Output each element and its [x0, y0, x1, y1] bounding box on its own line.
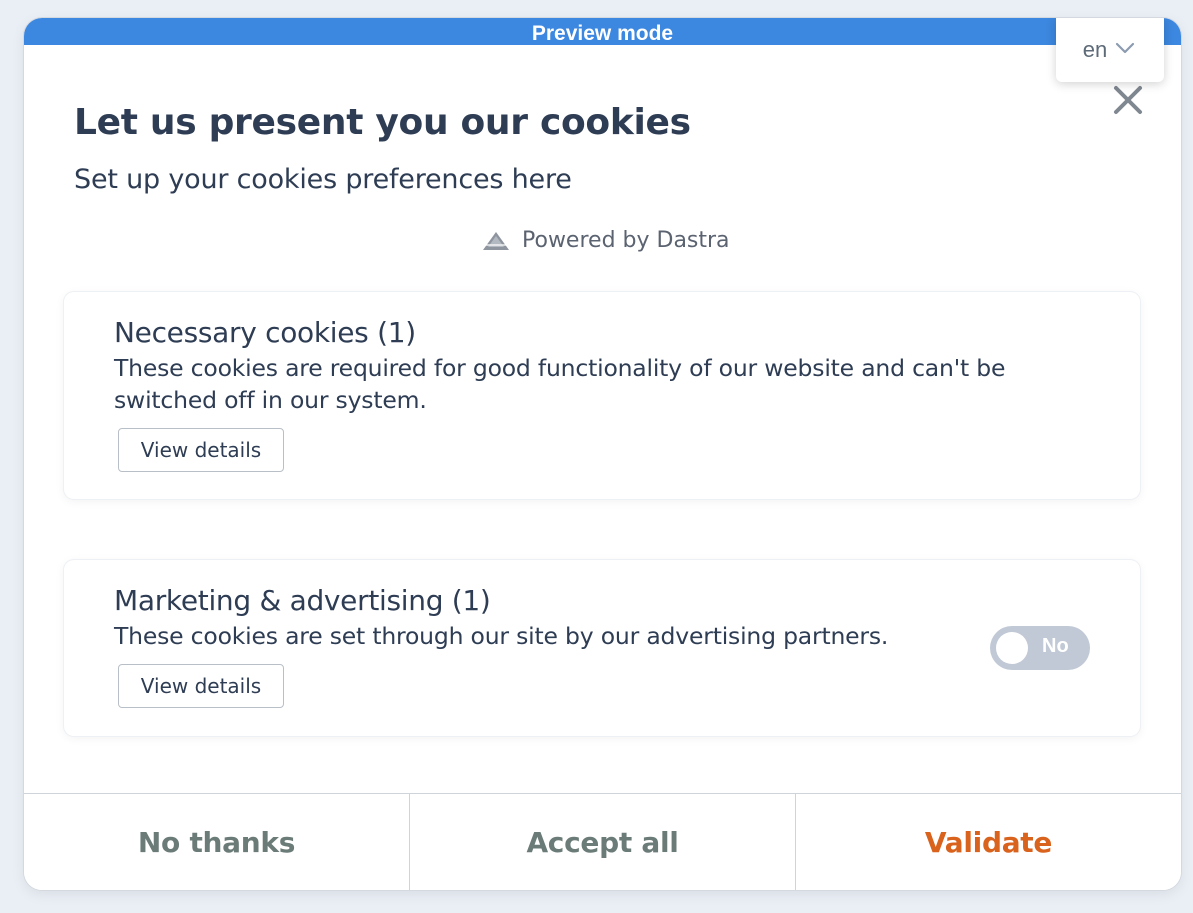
view-details-button[interactable]: View details [118, 664, 284, 708]
chevron-down-icon [1116, 42, 1135, 54]
category-description: These cookies are set through our site b… [114, 622, 889, 650]
dastra-logo-icon [483, 231, 509, 250]
cookie-consent-modal: Preview mode en Let us present you our c… [24, 18, 1181, 890]
cookie-category-marketing: Marketing & advertising (1) These cookie… [64, 560, 1140, 736]
language-select[interactable]: en [1056, 18, 1164, 82]
cookie-category-necessary: Necessary cookies (1) These cookies are … [64, 292, 1140, 499]
view-details-button[interactable]: View details [118, 428, 284, 472]
validate-button[interactable]: Validate [795, 794, 1181, 890]
footer-actions: No thanks Accept all Validate [24, 793, 1181, 890]
category-description: These cookies are required for good func… [114, 354, 1006, 414]
preview-mode-bar: Preview mode [24, 18, 1181, 45]
toggle-knob [996, 632, 1028, 664]
page-subtitle: Set up your cookies preferences here [74, 164, 572, 195]
accept-all-button[interactable]: Accept all [409, 794, 795, 890]
toggle-label: No [1042, 635, 1069, 657]
language-current: en [1082, 37, 1108, 62]
page-title: Let us present you our cookies [74, 102, 691, 143]
marketing-consent-toggle[interactable]: No [990, 626, 1090, 670]
close-icon[interactable] [1112, 84, 1144, 116]
no-thanks-button[interactable]: No thanks [24, 794, 409, 890]
category-title: Marketing & advertising (1) [114, 584, 491, 617]
category-title: Necessary cookies (1) [114, 316, 416, 349]
powered-by[interactable]: Powered by Dastra [482, 228, 730, 253]
powered-by-label: Powered by Dastra [522, 228, 730, 253]
